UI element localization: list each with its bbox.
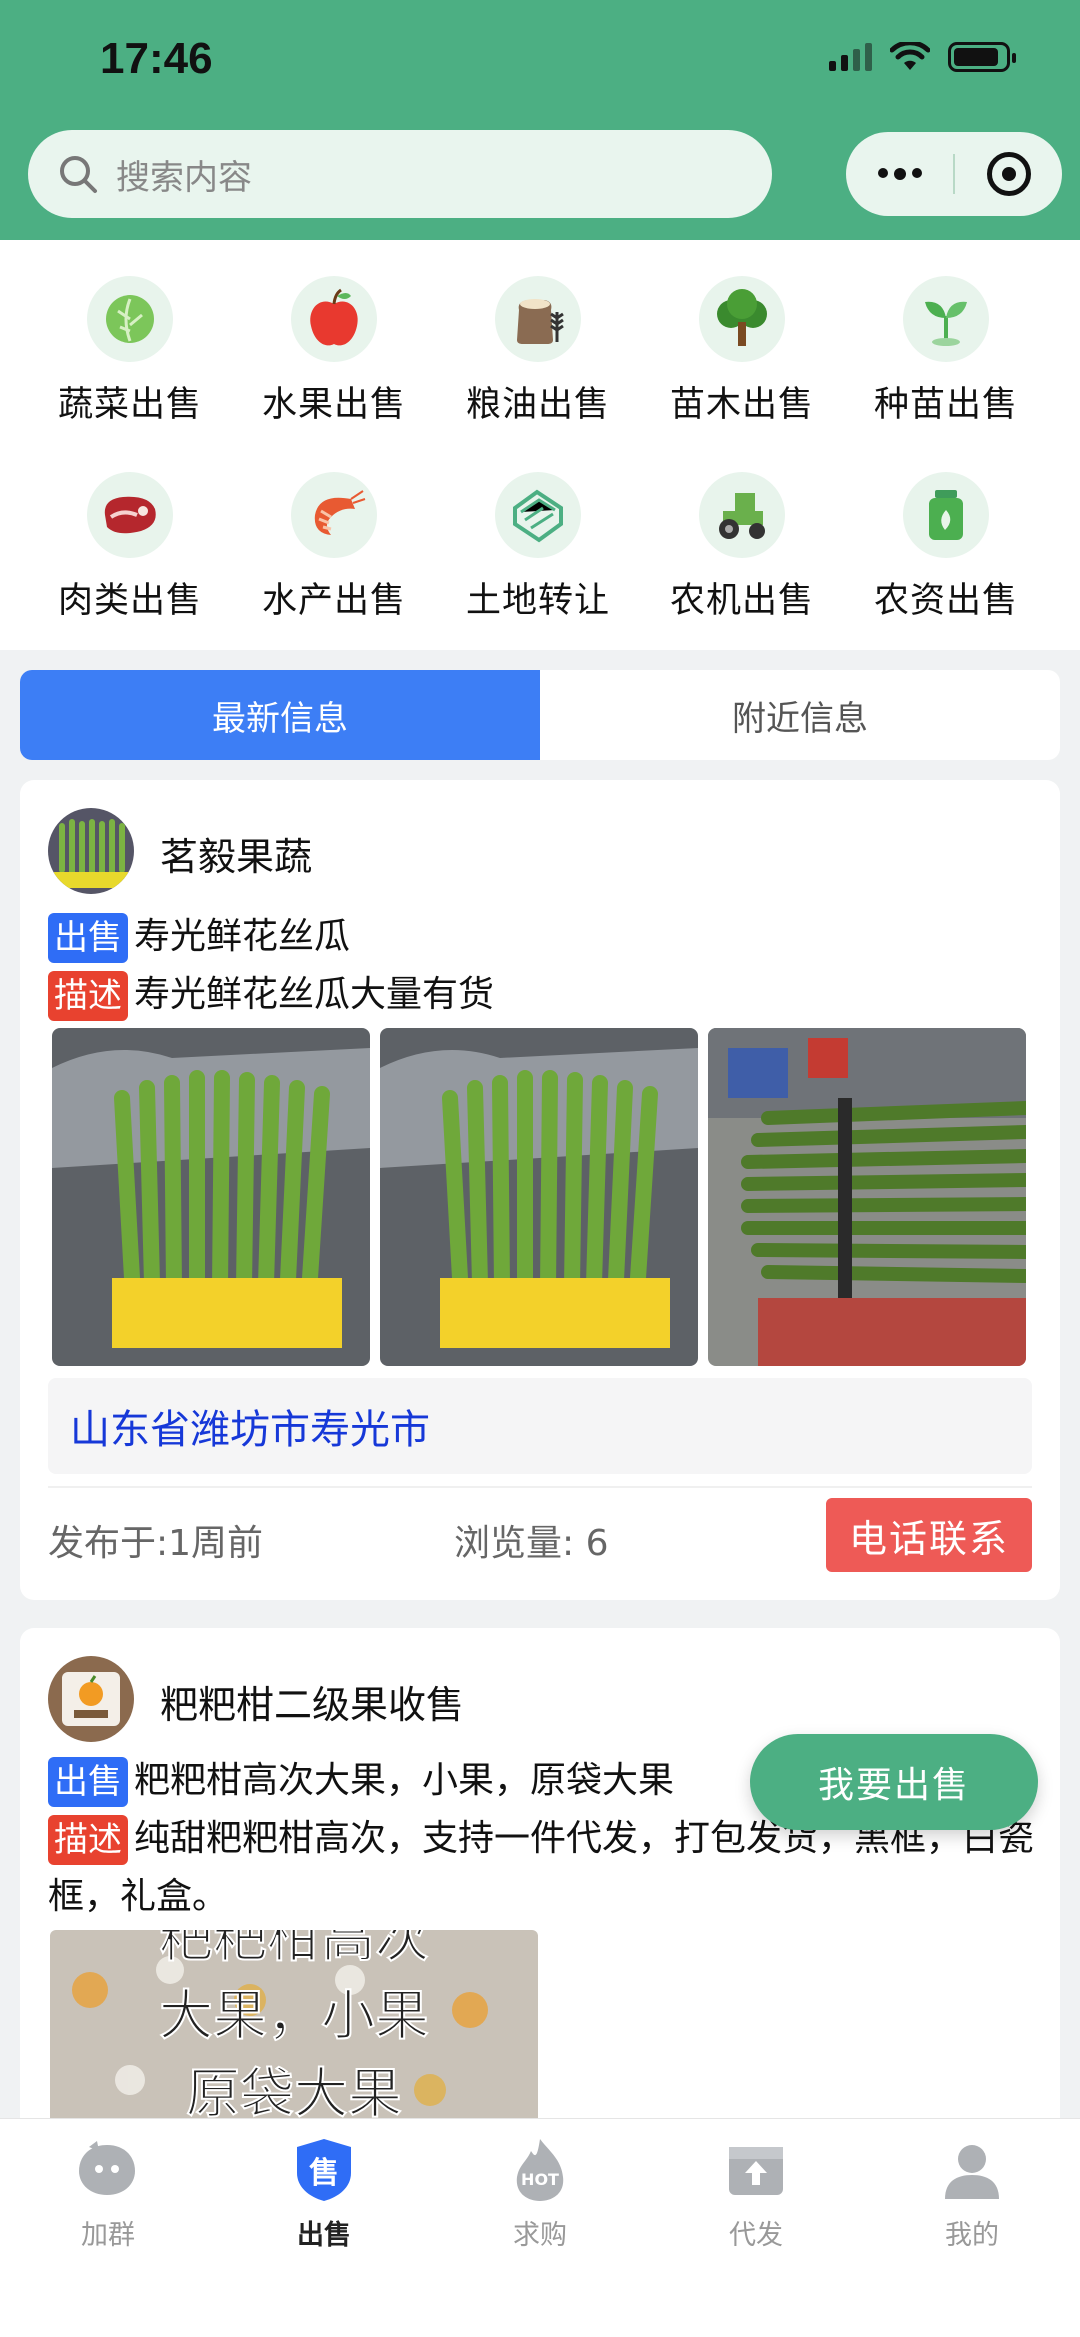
sprout-icon [903,276,989,362]
miniapp-capsule [846,132,1062,216]
fertilizer-icon [903,472,989,558]
battery-icon [948,42,1016,72]
video-caption: 粑粑柑高次 [159,1930,429,1969]
more-menu-button[interactable] [846,132,953,216]
header: 17:46 搜索内容 [0,0,1080,240]
search-placeholder: 搜索内容 [116,157,252,198]
photo-gallery [52,1028,1026,1366]
info-tabs: 最新信息 附近信息 [20,670,1060,760]
sell-fab-button[interactable]: 我要出售 [750,1734,1038,1830]
desc-row: 描述 寿光鲜花丝瓜大量有货 [48,966,1048,1024]
close-miniapp-button[interactable] [955,132,1062,216]
target-circle-icon [986,152,1031,196]
hot-flame-icon: HOT [505,2135,575,2205]
category-land-transfer[interactable]: 土地转让 [438,472,638,623]
sell-tag: 出售 [48,1757,128,1807]
nav-sell[interactable]: 售 出售 [216,2119,432,2337]
product-photo[interactable] [708,1028,1026,1366]
wifi-icon [890,42,930,70]
category-grid: 蔬菜出售 水果出售 粮油出售 苗木出售 种苗出售 肉类出售 水产出售 土地转让 … [0,240,1080,650]
nav-profile[interactable]: 我的 [864,2119,1080,2337]
shop-name: 粑粑柑二级果收售 [160,1683,465,1727]
land-icon [495,472,581,558]
view-count: 浏览量: 6 [454,1523,609,1564]
nav-buy[interactable]: HOT 求购 [432,2119,648,2337]
sell-text: 寿光鲜花丝瓜 [134,916,351,957]
desc-tag: 描述 [48,971,128,1021]
sell-tag: 出售 [48,913,128,963]
status-time: 17:46 [100,34,213,83]
search-input[interactable]: 搜索内容 [28,130,772,218]
desc-tag: 描述 [48,1815,128,1865]
call-button[interactable]: 电话联系 [826,1498,1032,1572]
more-dots-icon [877,168,922,180]
tractor-icon [699,472,785,558]
divider [48,1486,1032,1488]
svg-text:HOT: HOT [521,2170,559,2189]
category-seedlings[interactable]: 种苗出售 [846,276,1046,427]
category-aquatic[interactable]: 水产出售 [234,472,434,623]
group-chat-icon [73,2135,143,2205]
bottom-nav: 加群 售 出售 HOT 求购 代发 我的 [0,2118,1080,2337]
category-fruits[interactable]: 水果出售 [234,276,434,427]
tab-latest[interactable]: 最新信息 [20,670,540,760]
upload-box-icon [721,2135,791,2205]
video-caption: 大果，小果 [159,1984,429,2047]
status-icons [829,42,1016,72]
sell-shield-icon: 售 [289,2135,359,2205]
category-vegetables[interactable]: 蔬菜出售 [30,276,230,427]
cabbage-icon [87,276,173,362]
category-grain-oil[interactable]: 粮油出售 [438,276,638,427]
shrimp-icon [291,472,377,558]
meat-icon [87,472,173,558]
search-icon [60,156,97,193]
location-link[interactable]: 山东省潍坊市寿光市 [48,1378,1032,1474]
grain-sack-icon [495,276,581,362]
product-photo[interactable] [380,1028,698,1366]
nav-join-group[interactable]: 加群 [0,2119,216,2337]
cellular-signal-icon [829,43,872,71]
category-nursery-trees[interactable]: 苗木出售 [642,276,842,427]
desc-text: 寿光鲜花丝瓜大量有货 [134,974,495,1015]
tree-icon [699,276,785,362]
tab-nearby[interactable]: 附近信息 [540,670,1060,760]
user-icon [937,2135,1007,2205]
category-meat[interactable]: 肉类出售 [30,472,230,623]
video-caption: 原袋大果 [186,2062,402,2125]
post-card[interactable]: 茗毅果蔬 出售 寿光鲜花丝瓜 描述 寿光鲜花丝瓜大量有货 山东省潍坊市寿光市 发… [20,780,1060,1600]
svg-text:售: 售 [309,2156,339,2191]
sell-row: 出售 寿光鲜花丝瓜 [48,908,1048,966]
sell-text: 粑粑柑高次大果，小果，原袋大果 [134,1760,675,1801]
category-farm-supplies[interactable]: 农资出售 [846,472,1046,623]
product-photo[interactable] [52,1028,370,1366]
nav-dropship[interactable]: 代发 [648,2119,864,2337]
posted-time: 发布于:1周前 [48,1523,264,1564]
desc-text: 纯甜粑粑柑高次，支持一件代发，打包发货，黑框，白瓷框，礼盒。 [48,1818,1035,1917]
apple-icon [291,276,377,362]
shop-name: 茗毅果蔬 [160,835,313,879]
avatar[interactable] [48,808,134,894]
avatar[interactable] [48,1656,134,1742]
category-farm-machinery[interactable]: 农机出售 [642,472,842,623]
